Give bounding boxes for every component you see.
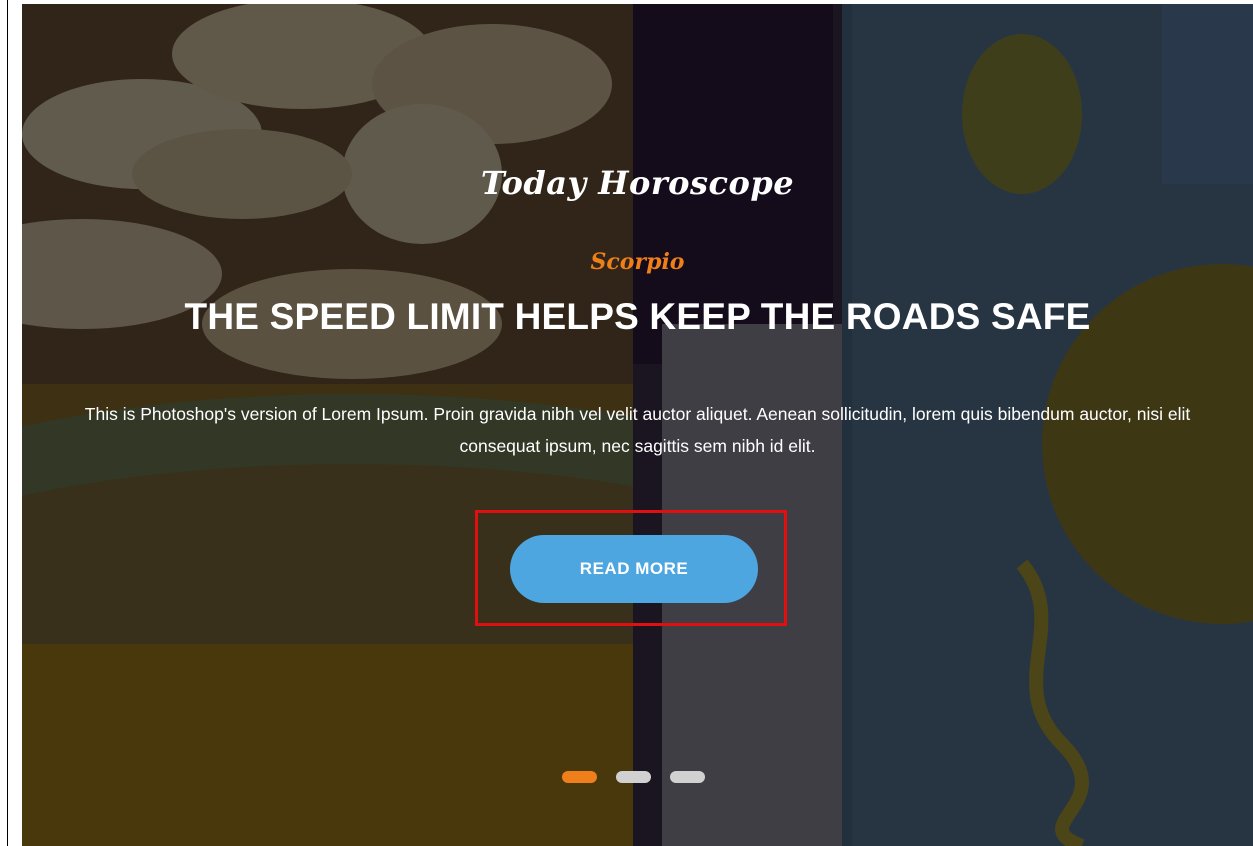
read-more-button[interactable]: READ MORE (510, 535, 758, 603)
left-border-line (7, 0, 8, 846)
hero-content: Today Horoscope Scorpio THE SPEED LIMIT … (22, 4, 1253, 846)
slider-pagination (562, 771, 705, 783)
hero-slider: Today Horoscope Scorpio THE SPEED LIMIT … (22, 4, 1253, 846)
hero-headline: THE SPEED LIMIT HELPS KEEP THE ROADS SAF… (184, 296, 1091, 337)
slider-dot-1[interactable] (562, 771, 597, 783)
slider-dot-2[interactable] (616, 771, 651, 783)
page: Today Horoscope Scorpio THE SPEED LIMIT … (0, 0, 1253, 846)
hero-description: This is Photoshop's version of Lorem Ips… (84, 404, 1191, 456)
slider-dot-3[interactable] (670, 771, 705, 783)
section-title: Today Horoscope (480, 164, 795, 202)
zodiac-sign-name: Scorpio (590, 249, 685, 275)
